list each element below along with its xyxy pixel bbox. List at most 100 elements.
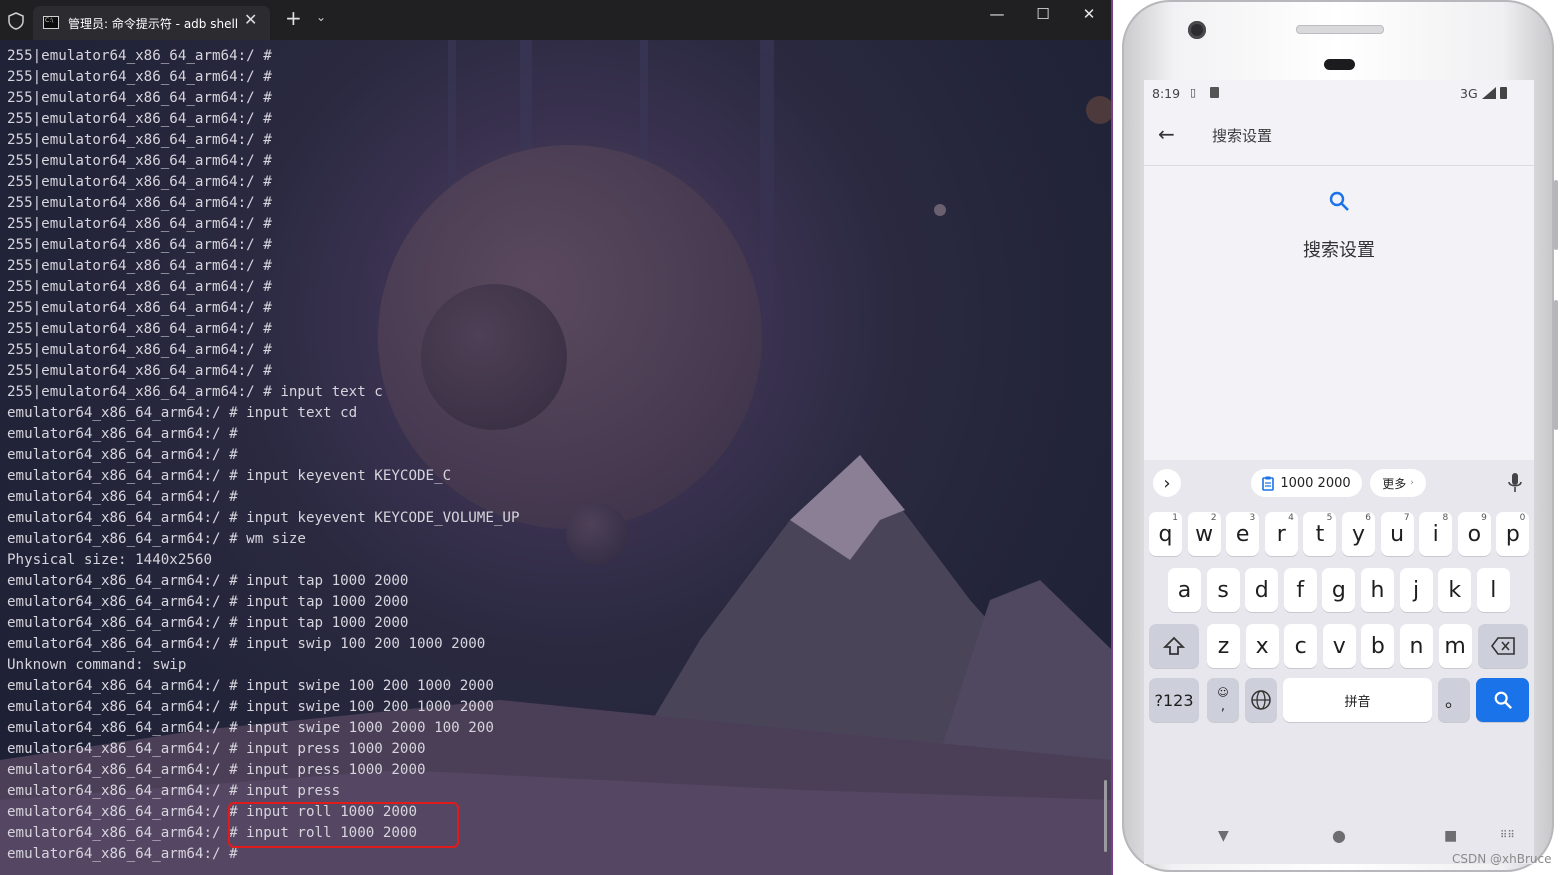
key-m[interactable]: m bbox=[1438, 624, 1472, 668]
terminal-line: 255|emulator64_x86_64_arm64:/ # bbox=[7, 237, 272, 253]
more-label: 更多 bbox=[1382, 476, 1407, 491]
shift-key[interactable] bbox=[1149, 624, 1199, 668]
watermark: CSDN @xhBruce bbox=[1452, 852, 1552, 866]
shield-icon bbox=[8, 12, 24, 30]
empty-state-title: 搜索设置 bbox=[1303, 240, 1375, 261]
globe-icon bbox=[1251, 690, 1271, 710]
nav-recents-icon[interactable]: ■ bbox=[1444, 828, 1457, 844]
clipboard-suggestion-chip[interactable]: 1000 2000 bbox=[1251, 469, 1362, 497]
key-l[interactable]: l bbox=[1476, 568, 1510, 612]
key-label: u bbox=[1390, 521, 1405, 547]
key-z[interactable]: z bbox=[1207, 624, 1240, 668]
tab-close-button[interactable]: ✕ bbox=[244, 10, 257, 29]
terminal-line: emulator64_x86_64_arm64:/ # input press … bbox=[7, 762, 426, 778]
terminal-line: 255|emulator64_x86_64_arm64:/ # bbox=[7, 111, 272, 127]
key-label: w bbox=[1195, 521, 1214, 547]
key-v[interactable]: v bbox=[1322, 624, 1356, 668]
terminal-line: emulator64_x86_64_arm64:/ # input tap 10… bbox=[7, 594, 409, 610]
suggestion-strip: › 1000 2000 更多 › bbox=[1144, 460, 1534, 506]
language-key[interactable] bbox=[1245, 678, 1277, 722]
space-key[interactable]: 拼音 bbox=[1283, 678, 1432, 722]
emoji-comma-key[interactable]: ☺, bbox=[1207, 678, 1239, 722]
front-camera bbox=[1188, 21, 1206, 39]
key-label: i bbox=[1432, 521, 1439, 547]
more-suggestions-chip[interactable]: 更多 › bbox=[1370, 469, 1426, 497]
key-label: p bbox=[1505, 521, 1520, 547]
terminal-line: emulator64_x86_64_arm64:/ # input keyeve… bbox=[7, 468, 452, 484]
period-key[interactable]: 。 bbox=[1438, 678, 1470, 722]
key-s[interactable]: s bbox=[1206, 568, 1240, 612]
window-close-button[interactable]: ✕ bbox=[1066, 5, 1112, 23]
key-t[interactable]: t5 bbox=[1303, 512, 1337, 556]
key-hint-number: 6 bbox=[1365, 513, 1371, 523]
keyboard-switch-icon[interactable]: ⠿⠿ bbox=[1500, 830, 1515, 841]
key-hint-number: 4 bbox=[1288, 513, 1294, 523]
volume-button[interactable] bbox=[1554, 300, 1558, 430]
key-n[interactable]: n bbox=[1400, 624, 1433, 668]
nav-back-icon[interactable]: ▼ bbox=[1218, 828, 1229, 844]
key-h[interactable]: h bbox=[1361, 568, 1394, 612]
terminal-output[interactable]: 255|emulator64_x86_64_arm64:/ # 255|emula… bbox=[7, 46, 520, 865]
key-label: t bbox=[1315, 521, 1325, 547]
key-e[interactable]: e3 bbox=[1226, 512, 1260, 556]
nav-home-icon[interactable]: ● bbox=[1332, 826, 1346, 845]
key-o[interactable]: o9 bbox=[1457, 512, 1491, 556]
key-label: o bbox=[1467, 521, 1482, 547]
sd-card-icon bbox=[1210, 87, 1219, 98]
symbols-key[interactable]: ?123 bbox=[1149, 678, 1199, 722]
key-f[interactable]: f bbox=[1283, 568, 1317, 612]
terminal-line: emulator64_x86_64_arm64:/ # input keyeve… bbox=[7, 510, 520, 526]
key-p[interactable]: p0 bbox=[1496, 512, 1530, 556]
terminal-line: 255|emulator64_x86_64_arm64:/ # bbox=[7, 342, 272, 358]
terminal-scrollbar[interactable] bbox=[1104, 780, 1107, 852]
terminal-line: emulator64_x86_64_arm64:/ # input press … bbox=[7, 741, 426, 757]
terminal-line: emulator64_x86_64_arm64:/ # input tap 10… bbox=[7, 573, 409, 589]
key-w[interactable]: w2 bbox=[1187, 512, 1221, 556]
key-u[interactable]: u7 bbox=[1380, 512, 1414, 556]
maximize-button[interactable]: ☐ bbox=[1020, 5, 1066, 23]
soft-keyboard: › 1000 2000 更多 › q1w2e3r4t5y6u7i8o9p0 asd bbox=[1144, 460, 1534, 864]
terminal-line: 255|emulator64_x86_64_arm64:/ # bbox=[7, 153, 272, 169]
key-g[interactable]: g bbox=[1322, 568, 1356, 612]
terminal-line: 255|emulator64_x86_64_arm64:/ # bbox=[7, 216, 272, 232]
chevron-down-icon[interactable]: ⌄ bbox=[316, 10, 326, 24]
expand-suggestions-button[interactable]: › bbox=[1153, 469, 1181, 497]
key-q[interactable]: q1 bbox=[1149, 512, 1182, 556]
key-hint-number: 3 bbox=[1249, 513, 1256, 523]
key-y[interactable]: y6 bbox=[1342, 512, 1375, 556]
clipboard-icon bbox=[1262, 476, 1275, 491]
key-r[interactable]: r4 bbox=[1264, 512, 1298, 556]
key-d[interactable]: d bbox=[1245, 568, 1279, 612]
key-c[interactable]: c bbox=[1284, 624, 1318, 668]
key-hint-number: 7 bbox=[1403, 513, 1410, 523]
cmd-icon bbox=[43, 16, 59, 29]
chevron-right-icon: › bbox=[1410, 478, 1414, 488]
terminal-line: emulator64_x86_64_arm64:/ # input swip 1… bbox=[7, 636, 486, 652]
power-button[interactable] bbox=[1554, 180, 1558, 250]
arrow-left-icon[interactable]: ← bbox=[1158, 122, 1175, 146]
terminal-line: 255|emulator64_x86_64_arm64:/ # bbox=[7, 300, 272, 316]
window-border bbox=[1111, 0, 1113, 875]
key-k[interactable]: k bbox=[1438, 568, 1472, 612]
key-j[interactable]: j bbox=[1399, 568, 1433, 612]
microphone-icon[interactable] bbox=[1508, 473, 1522, 493]
terminal-line: 255|emulator64_x86_64_arm64:/ # bbox=[7, 195, 272, 211]
search-action-key[interactable] bbox=[1476, 678, 1529, 722]
terminal-line: 255|emulator64_x86_64_arm64:/ # bbox=[7, 132, 272, 148]
new-tab-button[interactable]: + bbox=[285, 6, 302, 30]
key-x[interactable]: x bbox=[1245, 624, 1279, 668]
key-a[interactable]: a bbox=[1168, 568, 1201, 612]
key-i[interactable]: i8 bbox=[1419, 512, 1453, 556]
tab-title: 管理员: 命令提示符 - adb shell bbox=[68, 17, 239, 31]
terminal-line: emulator64_x86_64_arm64:/ # input text c… bbox=[7, 405, 358, 421]
terminal-line: emulator64_x86_64_arm64:/ # input swipe … bbox=[7, 678, 494, 694]
status-time: 8:19 bbox=[1152, 86, 1181, 101]
key-hint-number: 2 bbox=[1210, 513, 1217, 523]
key-b[interactable]: b bbox=[1361, 624, 1395, 668]
minimize-button[interactable]: — bbox=[974, 5, 1020, 23]
terminal-line: 255|emulator64_x86_64_arm64:/ # bbox=[7, 363, 272, 379]
terminal-line: emulator64_x86_64_arm64:/ # wm size bbox=[7, 531, 306, 547]
terminal-window: 管理员: 命令提示符 - adb shell ✕ + ⌄ — ☐ ✕ 255|e… bbox=[0, 0, 1112, 875]
tab-cmd-adb-shell[interactable]: 管理员: 命令提示符 - adb shell ✕ bbox=[33, 6, 270, 40]
backspace-key[interactable] bbox=[1478, 624, 1528, 668]
